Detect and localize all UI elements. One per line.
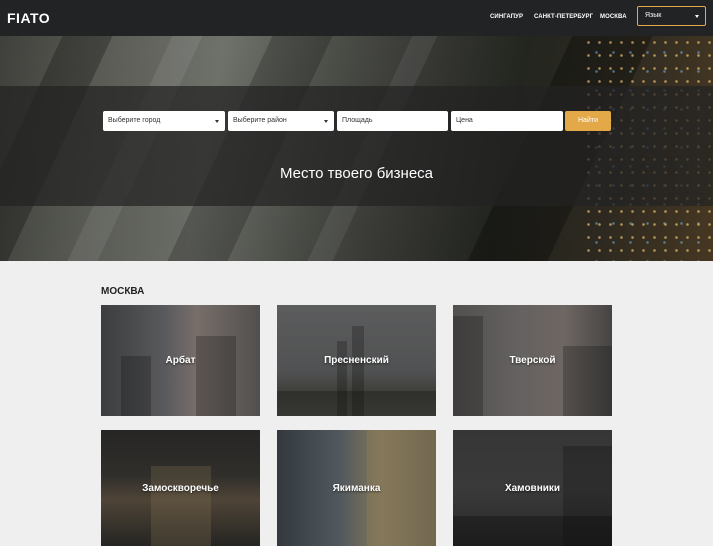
district-card-label: Тверской <box>509 355 556 366</box>
district-card-label: Арбат <box>165 355 196 366</box>
search-button[interactable]: Найти <box>565 111 611 131</box>
area-input[interactable]: Площадь <box>337 111 448 131</box>
city-select[interactable]: Выберите город <box>103 111 225 131</box>
area-input-placeholder: Площадь <box>342 117 373 124</box>
hero-tagline: Место твоего бизнеса <box>279 165 434 182</box>
language-select-label: Язык <box>645 12 662 19</box>
chevron-down-icon <box>215 120 219 123</box>
nav-link-saint-petersburg[interactable]: САНКТ-ПЕТЕРБУРГ <box>534 14 593 20</box>
district-card-yakimanka[interactable]: Якиманка <box>277 430 436 546</box>
district-card-arbat[interactable]: Арбат <box>101 305 260 416</box>
chevron-down-icon <box>695 15 699 18</box>
district-select[interactable]: Выберите район <box>228 111 334 131</box>
hero-overlay <box>0 86 713 206</box>
district-card-khamovniki[interactable]: Хамовники <box>453 430 612 546</box>
nav-link-moscow[interactable]: МОСКВА <box>600 14 627 20</box>
city-select-label: Выберите город <box>108 117 161 124</box>
district-card-tverskoy[interactable]: Тверской <box>453 305 612 416</box>
district-card-presnensky[interactable]: Пресненский <box>277 305 436 416</box>
price-input-placeholder: Цена <box>456 117 473 124</box>
district-card-zamoskvorechye[interactable]: Замоскворечье <box>101 430 260 546</box>
section-title: МОСКВА <box>101 286 145 297</box>
district-card-label: Якиманка <box>332 482 381 494</box>
district-card-label: Пресненский <box>324 355 389 366</box>
district-select-label: Выберите район <box>233 117 287 124</box>
language-select[interactable]: Язык <box>637 6 706 26</box>
top-navbar: FIATO СИНГАПУР САНКТ-ПЕТЕРБУРГ МОСКВА Яз… <box>0 0 713 36</box>
district-card-label: Хамовники <box>504 482 561 494</box>
site-logo[interactable]: FIATO <box>7 10 50 26</box>
price-input[interactable]: Цена <box>451 111 563 131</box>
nav-link-singapore[interactable]: СИНГАПУР <box>490 14 523 20</box>
chevron-down-icon <box>324 120 328 123</box>
hero-banner <box>0 36 713 261</box>
district-card-label: Замоскворечье <box>142 482 219 494</box>
